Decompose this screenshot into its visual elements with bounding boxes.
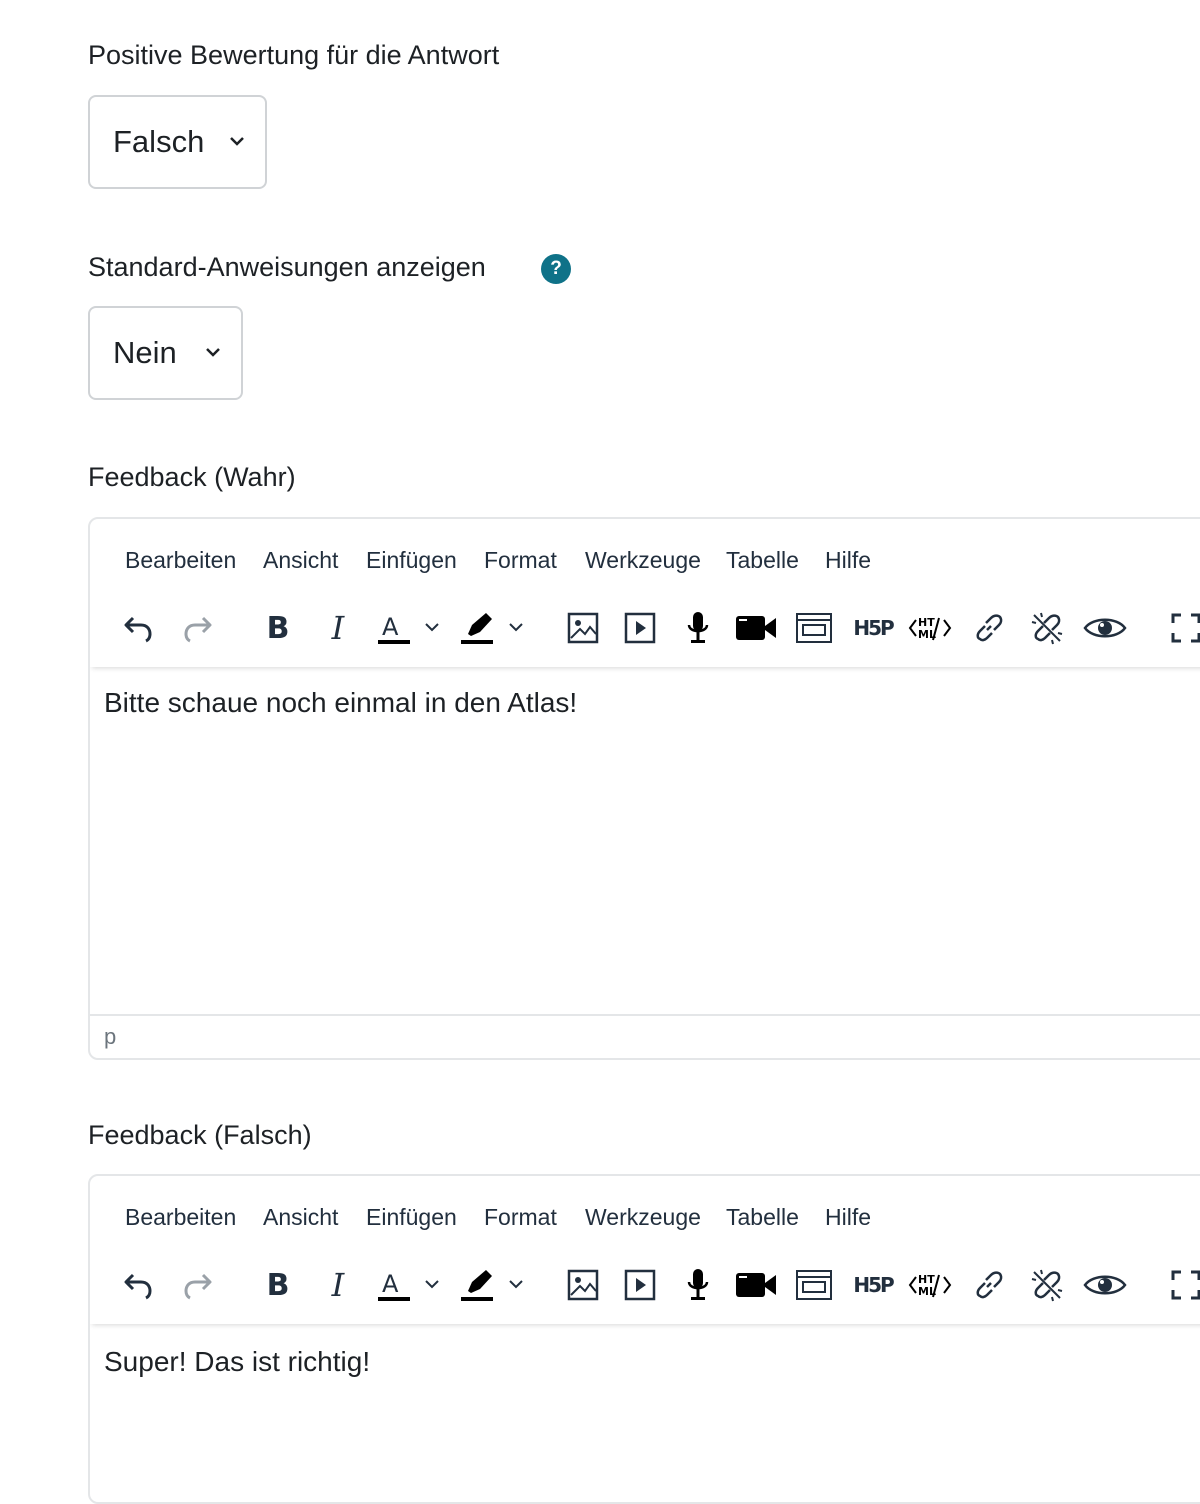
h5p-button[interactable]: H5P bbox=[850, 589, 896, 667]
menu-hilfe[interactable]: Hilfe bbox=[825, 1204, 871, 1231]
svg-text:A: A bbox=[382, 1270, 399, 1298]
fullscreen-icon[interactable] bbox=[1166, 1246, 1200, 1324]
menu-format[interactable]: Format bbox=[484, 547, 557, 574]
help-icon[interactable]: ? bbox=[541, 254, 571, 284]
positive-rating-value: Falsch bbox=[113, 124, 205, 159]
highlight-color-button[interactable] bbox=[458, 1246, 528, 1324]
microphone-icon[interactable] bbox=[678, 589, 718, 667]
link-icon[interactable] bbox=[969, 1246, 1009, 1324]
menu-bearbeiten[interactable]: Bearbeiten bbox=[125, 1204, 236, 1231]
feedback-true-editor[interactable]: Bearbeiten Ansicht Einfügen Format Werkz… bbox=[88, 517, 1200, 1060]
feedback-true-label: Feedback (Wahr) bbox=[88, 462, 296, 492]
menu-einfuegen[interactable]: Einfügen bbox=[366, 547, 457, 574]
menu-ansicht[interactable]: Ansicht bbox=[263, 547, 338, 574]
preview-eye-icon[interactable] bbox=[1080, 589, 1130, 667]
show-instructions-select[interactable]: Nein bbox=[88, 306, 243, 400]
positive-rating-select[interactable]: Falsch bbox=[88, 95, 267, 189]
redo-icon[interactable] bbox=[178, 589, 218, 667]
element-path[interactable]: p bbox=[104, 1024, 116, 1050]
html-icon[interactable]: HT ML bbox=[908, 1246, 952, 1324]
editor-menubar: Bearbeiten Ansicht Einfügen Format Werkz… bbox=[90, 1176, 1200, 1246]
svg-text:ML: ML bbox=[918, 1285, 936, 1298]
editor-content[interactable]: Bitte schaue noch einmal in den Atlas! bbox=[104, 687, 577, 719]
editor-statusbar: p bbox=[90, 1014, 1200, 1058]
editor-toolbar: B I A H5P HT ML bbox=[90, 589, 1200, 667]
h5p-button[interactable]: H5P bbox=[850, 1246, 896, 1324]
font-color-button[interactable]: A bbox=[373, 1246, 443, 1324]
menu-hilfe[interactable]: Hilfe bbox=[825, 547, 871, 574]
embed-icon[interactable] bbox=[794, 589, 834, 667]
editor-toolbar: B I A H5P HT ML bbox=[90, 1246, 1200, 1324]
link-icon[interactable] bbox=[969, 589, 1009, 667]
menu-tabelle[interactable]: Tabelle bbox=[726, 547, 799, 574]
media-icon[interactable] bbox=[620, 1246, 660, 1324]
feedback-false-label: Feedback (Falsch) bbox=[88, 1120, 312, 1150]
menu-einfuegen[interactable]: Einfügen bbox=[366, 1204, 457, 1231]
menu-ansicht[interactable]: Ansicht bbox=[263, 1204, 338, 1231]
editor-content[interactable]: Super! Das ist richtig! bbox=[104, 1346, 370, 1378]
microphone-icon[interactable] bbox=[678, 1246, 718, 1324]
image-icon[interactable] bbox=[563, 589, 603, 667]
positive-rating-label: Positive Bewertung für die Antwort bbox=[88, 40, 500, 70]
editor-menubar: Bearbeiten Ansicht Einfügen Format Werkz… bbox=[90, 519, 1200, 589]
show-instructions-label: Standard-Anweisungen anzeigen bbox=[88, 252, 486, 282]
bold-button[interactable]: B bbox=[258, 589, 298, 667]
unlink-icon[interactable] bbox=[1027, 1246, 1067, 1324]
svg-text:ML: ML bbox=[918, 628, 936, 641]
highlight-color-button[interactable] bbox=[458, 589, 528, 667]
preview-eye-icon[interactable] bbox=[1080, 1246, 1130, 1324]
menu-bearbeiten[interactable]: Bearbeiten bbox=[125, 547, 236, 574]
bold-button[interactable]: B bbox=[258, 1246, 298, 1324]
italic-button[interactable]: I bbox=[318, 589, 358, 667]
video-camera-icon[interactable] bbox=[733, 589, 779, 667]
undo-icon[interactable] bbox=[118, 589, 158, 667]
html-icon[interactable]: HT ML bbox=[908, 589, 952, 667]
italic-button[interactable]: I bbox=[318, 1246, 358, 1324]
chevron-down-icon bbox=[230, 137, 244, 146]
svg-text:A: A bbox=[382, 613, 399, 641]
menu-format[interactable]: Format bbox=[484, 1204, 557, 1231]
undo-icon[interactable] bbox=[118, 1246, 158, 1324]
feedback-false-editor[interactable]: Bearbeiten Ansicht Einfügen Format Werkz… bbox=[88, 1174, 1200, 1504]
image-icon[interactable] bbox=[563, 1246, 603, 1324]
fullscreen-icon[interactable] bbox=[1166, 589, 1200, 667]
show-instructions-value: Nein bbox=[113, 335, 177, 370]
media-icon[interactable] bbox=[620, 589, 660, 667]
video-camera-icon[interactable] bbox=[733, 1246, 779, 1324]
menu-werkzeuge[interactable]: Werkzeuge bbox=[585, 1204, 701, 1231]
chevron-down-icon bbox=[206, 348, 220, 357]
font-color-button[interactable]: A bbox=[373, 589, 443, 667]
unlink-icon[interactable] bbox=[1027, 589, 1067, 667]
redo-icon[interactable] bbox=[178, 1246, 218, 1324]
menu-tabelle[interactable]: Tabelle bbox=[726, 1204, 799, 1231]
menu-werkzeuge[interactable]: Werkzeuge bbox=[585, 547, 701, 574]
embed-icon[interactable] bbox=[794, 1246, 834, 1324]
